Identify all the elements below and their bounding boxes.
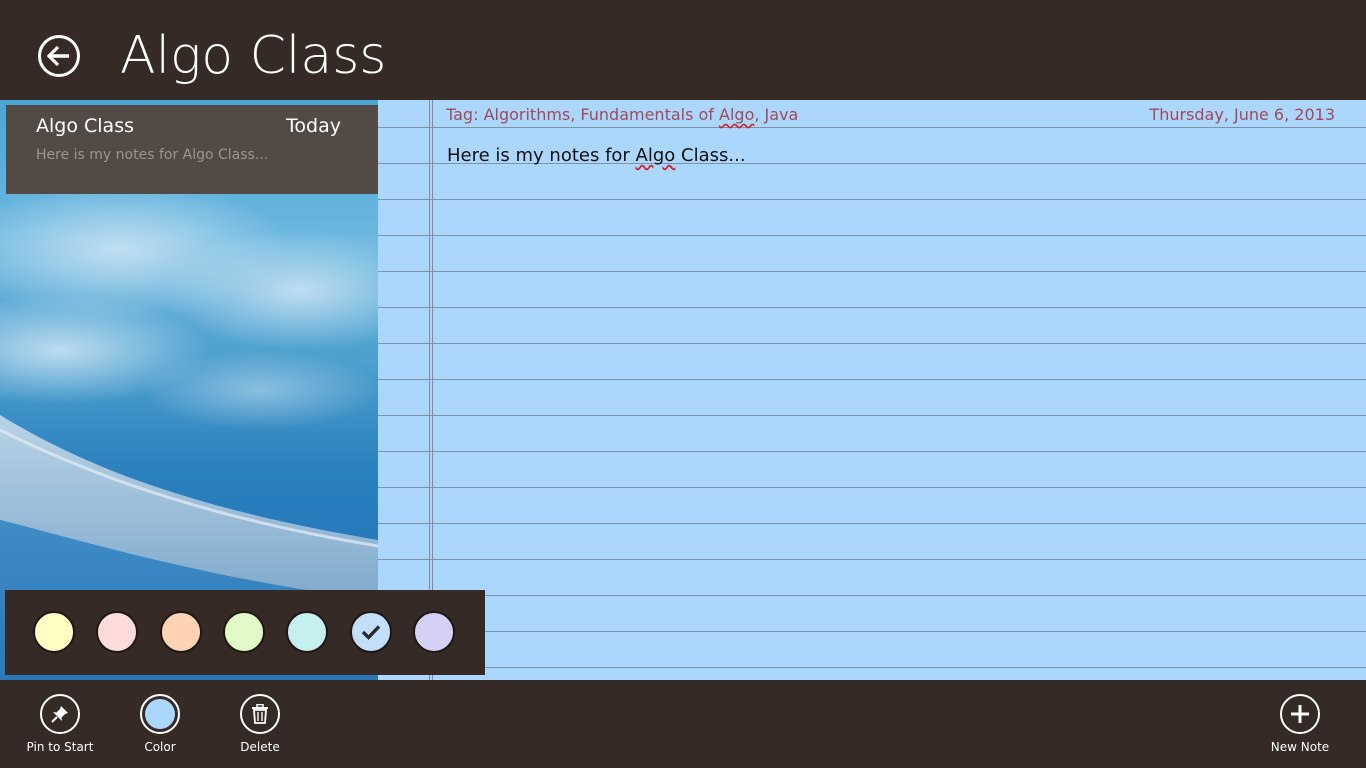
color-swatch-blue[interactable] [350,611,392,653]
color-button[interactable]: Color [115,694,205,764]
body-text: Here is my notes for [447,145,636,166]
color-swatch-teal[interactable] [286,611,328,653]
note-list-item[interactable]: Algo Class Today Here is my notes for Al… [6,105,378,194]
body-misspelled-word: Algo [635,145,676,166]
app-window: Algo Class Algo Class Today Here is my n… [0,0,1366,768]
pin-icon [51,706,68,723]
color-button-circle [140,694,180,734]
pin-button-circle [40,694,80,734]
color-swatch-purple[interactable] [413,611,455,653]
body-text-end: Class... [675,145,746,166]
tag-text: Tag: Algorithms, Fundamentals of [446,105,720,124]
color-swatch-yellow[interactable] [33,611,75,653]
color-swatch-orange[interactable] [160,611,202,653]
new-note-button[interactable]: New Note [1255,694,1345,764]
color-swatch-pink[interactable] [96,611,138,653]
new-note-button-circle [1280,694,1320,734]
note-list-item-date: Today [286,115,341,137]
check-icon [361,625,381,640]
page-title: Algo Class [120,26,387,86]
color-label: Color [144,740,176,754]
back-arrow-icon [47,45,69,67]
note-editor[interactable]: Tag: Algorithms, Fundamentals of Algo, J… [378,100,1366,680]
tag-misspelled-word: Algo [719,105,755,124]
delete-label: Delete [240,740,280,754]
note-body[interactable]: Here is my notes for Algo Class... [447,145,746,166]
pin-to-start-label: Pin to Start [26,740,94,754]
pin-to-start-button[interactable]: Pin to Start [15,694,105,764]
tag-text-end: , Java [754,105,799,124]
new-note-label: New Note [1270,740,1330,754]
note-list-item-title: Algo Class [36,115,134,137]
app-bar: Pin to Start Color Delete New Note [0,680,1366,768]
note-tags[interactable]: Tag: Algorithms, Fundamentals of Algo, J… [446,105,798,124]
trash-icon [252,704,268,724]
note-date: Thursday, June 6, 2013 [1149,105,1335,124]
current-color-icon [145,699,175,729]
header: Algo Class [0,0,1366,100]
note-list-item-preview: Here is my notes for Algo Class... [36,147,269,163]
back-button[interactable] [38,35,80,77]
delete-button-circle [240,694,280,734]
color-picker-flyout [5,590,485,675]
plus-icon [1291,705,1309,723]
color-swatch-green[interactable] [223,611,265,653]
delete-button[interactable]: Delete [215,694,305,764]
